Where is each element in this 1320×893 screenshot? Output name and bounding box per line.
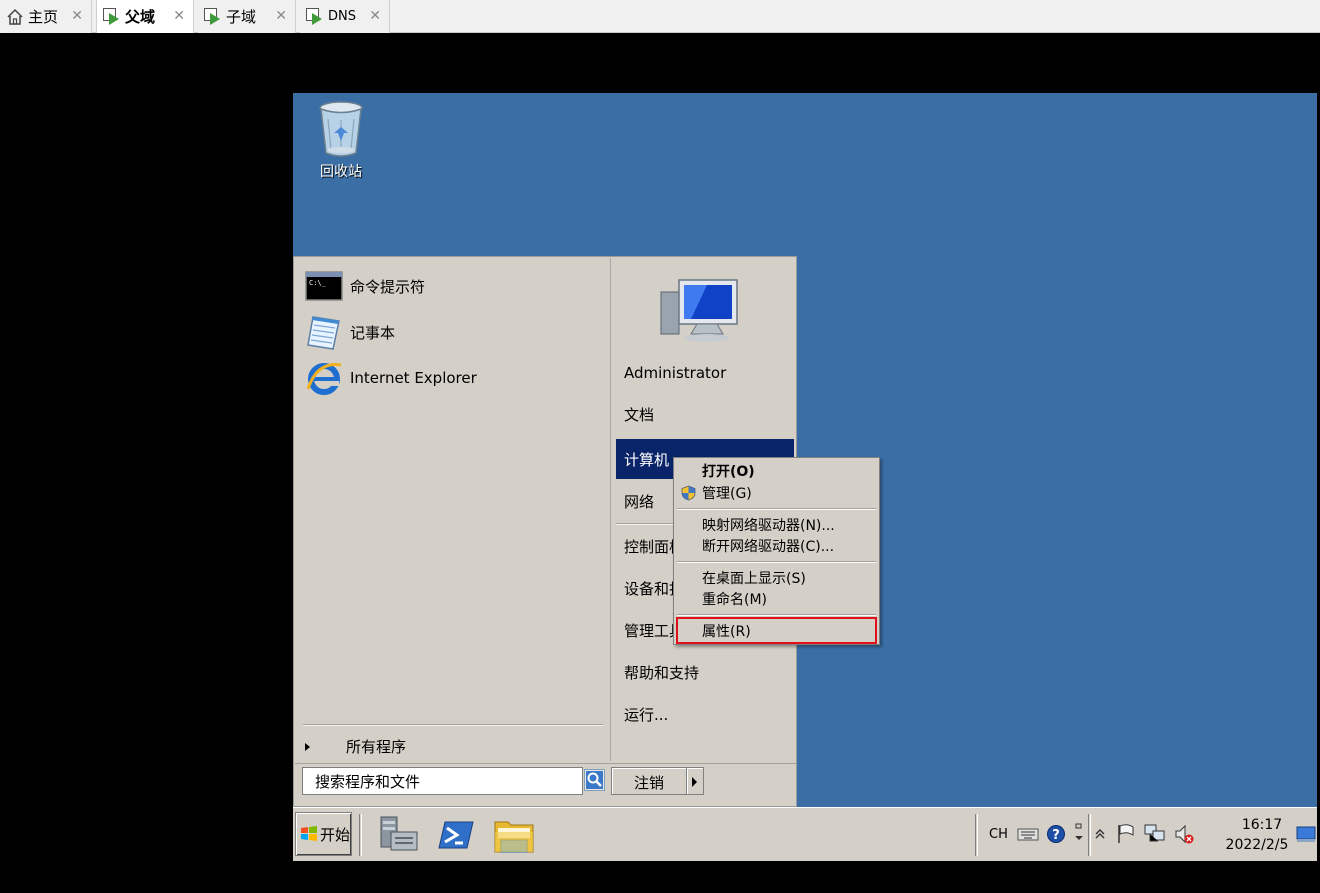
tab-dns[interactable]: DNS ✕	[300, 0, 390, 33]
place-label: 网络	[624, 492, 655, 511]
place-documents[interactable]: 文档	[616, 397, 794, 431]
all-programs[interactable]: 所有程序	[305, 736, 406, 757]
computer-context-menu: 打开(O) 管理(G) 映射网络驱动器(N)... 断开网络驱动器(C)... …	[673, 457, 880, 645]
network-icon[interactable]	[1143, 823, 1167, 845]
vm-icon	[103, 7, 121, 26]
search-icon	[586, 771, 603, 789]
start-menu-programs: C:\_ 命令提示符 记事本 Internet Explorer 所有程序	[295, 258, 608, 761]
menu-label: 重命名(M)	[702, 591, 768, 608]
start-button[interactable]: 开始	[295, 812, 352, 856]
menu-show-on-desktop[interactable]: 在桌面上显示(S)	[676, 567, 877, 588]
menu-label: 在桌面上显示(S)	[702, 570, 806, 587]
guest-desktop: 回收站 C:\_ 命令提示符 记事本 Internet Explorer 所有程…	[293, 93, 1317, 861]
close-icon[interactable]: ✕	[369, 8, 381, 24]
divider	[677, 508, 876, 510]
toolbar-options-icon[interactable]	[1074, 822, 1084, 844]
svg-text:C:\_: C:\_	[309, 279, 327, 287]
program-notepad[interactable]: 记事本	[305, 312, 395, 352]
place-label: 文档	[624, 405, 655, 424]
menu-manage[interactable]: 管理(G)	[676, 482, 877, 503]
recycle-bin-label: 回收站	[320, 164, 362, 180]
menu-map-network-drive[interactable]: 映射网络驱动器(N)...	[676, 514, 877, 535]
tab-label: 主页	[28, 8, 59, 26]
menu-label: 打开(O)	[702, 463, 755, 480]
program-ie[interactable]: Internet Explorer	[305, 358, 477, 398]
ie-icon	[306, 363, 342, 395]
divider	[975, 814, 978, 856]
place-help-support[interactable]: 帮助和支持	[616, 655, 794, 689]
menu-label: 断开网络驱动器(C)...	[702, 538, 835, 555]
logoff-button[interactable]: 注销	[611, 767, 687, 795]
place-label: 计算机	[624, 450, 670, 469]
system-tray: CH ? 16:17 2022/2/5	[975, 808, 1317, 861]
close-icon[interactable]: ✕	[275, 8, 287, 24]
close-icon[interactable]: ✕	[71, 8, 83, 24]
close-icon[interactable]: ✕	[173, 8, 185, 24]
cmd-icon: C:\_	[305, 271, 343, 301]
tab-child-domain[interactable]: 子域 ✕	[198, 0, 296, 33]
divider	[359, 814, 362, 856]
svg-text:?: ?	[1052, 828, 1060, 843]
tab-label: 父域	[125, 8, 156, 26]
divider	[1088, 814, 1091, 856]
menu-label: 映射网络驱动器(N)...	[702, 517, 835, 534]
vm-tab-bar: 主页 ✕ 父域 ✕ 子域 ✕ DNS ✕	[0, 0, 1320, 33]
clock-date[interactable]: 2022/2/5	[1219, 837, 1295, 853]
keyboard-icon[interactable]	[1017, 826, 1039, 842]
action-center-flag-icon[interactable]	[1115, 823, 1137, 845]
program-label: 记事本	[350, 323, 396, 342]
vm-icon	[306, 7, 324, 26]
server-manager-icon[interactable]	[377, 814, 421, 856]
user-picture-computer-icon[interactable]	[659, 276, 741, 344]
tab-label: 子域	[226, 8, 257, 26]
search-input[interactable]: 搜索程序和文件	[302, 767, 583, 795]
place-run[interactable]: 运行...	[616, 697, 794, 731]
notepad-icon	[307, 316, 340, 350]
tab-parent-domain[interactable]: 父域 ✕	[96, 0, 194, 33]
explorer-folder-icon[interactable]	[492, 814, 536, 856]
search-button[interactable]	[584, 769, 605, 791]
divider	[303, 724, 603, 726]
tab-label: DNS	[328, 9, 356, 24]
menu-disconnect-network-drive[interactable]: 断开网络驱动器(C)...	[676, 535, 877, 556]
start-label: 开始	[320, 825, 351, 844]
program-label: Internet Explorer	[350, 369, 477, 387]
place-label: 帮助和支持	[624, 663, 700, 682]
search-placeholder: 搜索程序和文件	[315, 773, 421, 791]
input-language-indicator[interactable]: CH	[989, 827, 1008, 842]
menu-open[interactable]: 打开(O)	[676, 460, 877, 481]
program-cmd[interactable]: C:\_ 命令提示符	[305, 266, 425, 306]
recycle-bin-icon	[319, 101, 363, 157]
place-label: Administrator	[624, 364, 727, 382]
clock-time[interactable]: 16:17	[1231, 817, 1293, 833]
uac-shield-icon	[681, 485, 696, 501]
menu-properties[interactable]: 属性(R)	[676, 617, 877, 644]
windows-logo-icon	[301, 826, 317, 841]
vm-icon	[204, 7, 222, 26]
show-desktop-icon[interactable]	[1296, 824, 1316, 844]
all-programs-label: 所有程序	[346, 738, 407, 756]
help-icon[interactable]: ?	[1046, 824, 1066, 844]
home-icon	[7, 8, 23, 25]
program-label: 命令提示符	[350, 277, 426, 296]
recycle-bin[interactable]: 回收站	[311, 99, 371, 181]
divider	[677, 614, 876, 616]
place-label: 运行...	[624, 705, 669, 724]
arrow-right-icon	[305, 742, 310, 751]
divider	[677, 561, 876, 563]
menu-label: 属性(R)	[702, 623, 751, 640]
menu-label: 管理(G)	[702, 485, 752, 502]
menu-rename[interactable]: 重命名(M)	[676, 588, 877, 609]
taskbar: 开始 CH ? 16:17 2022/2/5	[293, 807, 1317, 861]
tab-home[interactable]: 主页 ✕	[0, 0, 92, 33]
place-user[interactable]: Administrator	[616, 356, 794, 390]
powershell-icon[interactable]	[435, 814, 479, 856]
shutdown-options-button[interactable]	[686, 767, 704, 795]
show-hidden-icons-icon[interactable]	[1095, 828, 1105, 840]
start-menu-bottom: 搜索程序和文件 注销	[295, 763, 796, 806]
volume-muted-icon[interactable]	[1173, 823, 1195, 845]
